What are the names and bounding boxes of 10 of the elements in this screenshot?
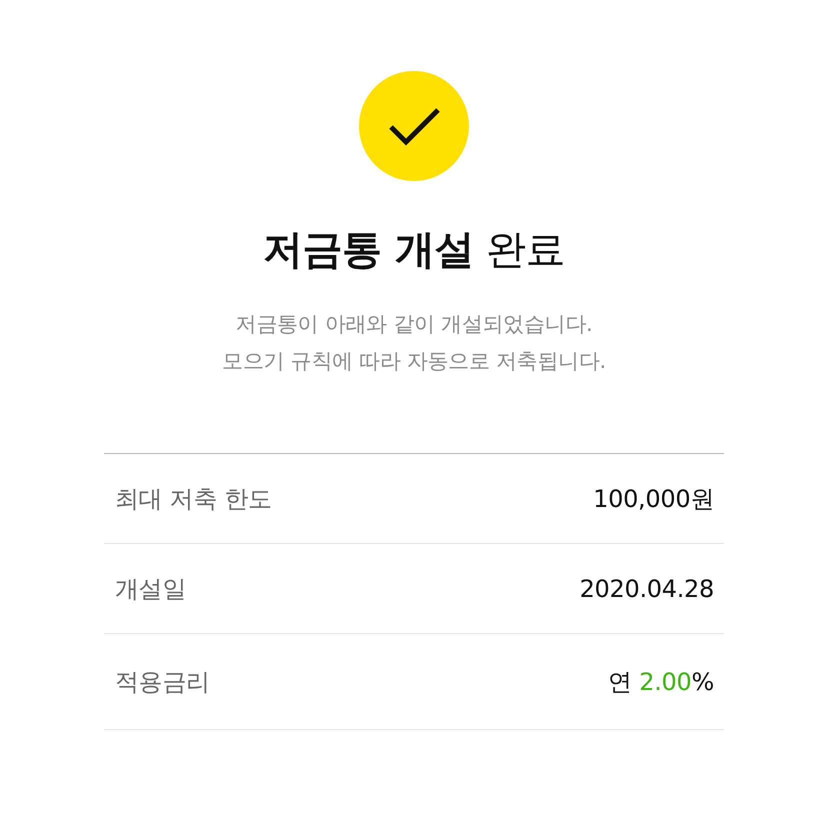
page-title: 저금통 개설 완료 bbox=[262, 226, 566, 274]
description-text: 모으기 규칙에 따라 자동으로 저축됩니다. bbox=[222, 348, 606, 375]
detail-label: 적용금리 bbox=[115, 666, 210, 698]
check-icon bbox=[359, 71, 469, 181]
description-text: 저금통이 아래와 같이 개설되었습니다. bbox=[234, 311, 594, 338]
detail-label: 개설일 bbox=[115, 574, 186, 604]
detail-value: 100,000원 bbox=[593, 484, 714, 514]
detail-value: 2020.04.28 bbox=[580, 574, 714, 604]
detail-label: 최대 저축 한도 bbox=[115, 484, 272, 514]
interest-rate-value: 연 2.00% bbox=[608, 666, 714, 698]
